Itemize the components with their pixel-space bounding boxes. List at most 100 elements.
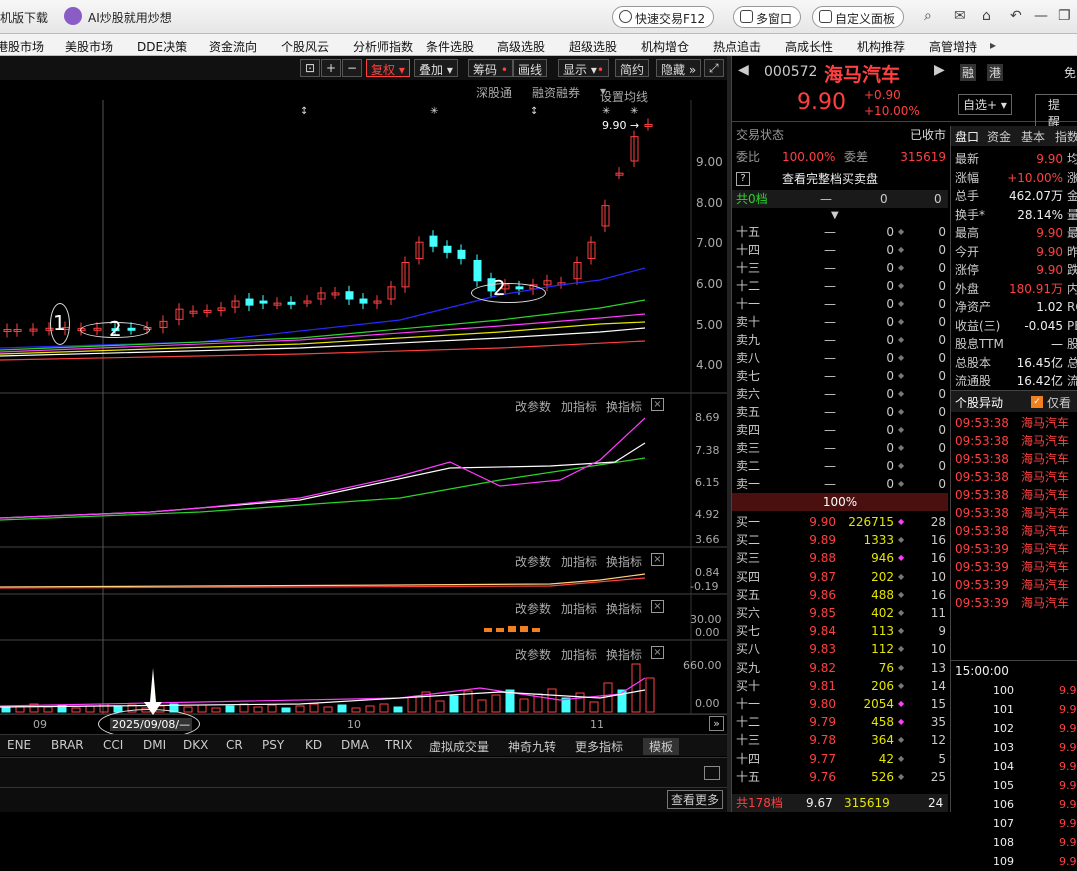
indicator-tab[interactable]: ENE [7, 738, 31, 752]
restore-icon[interactable]: ❐ [1058, 8, 1071, 24]
close-icon[interactable]: × [651, 600, 664, 613]
overlay-button[interactable]: 叠加 ▾ [414, 59, 458, 77]
indicator-tab[interactable]: DMI [143, 738, 166, 752]
movement-row[interactable]: 09:53:39 海马汽车 [955, 558, 1077, 576]
menu-item[interactable]: 高成长性 [785, 38, 833, 55]
buy-level-row[interactable]: 买五 9.86 488 ◆ 16 [736, 586, 948, 604]
edit-params-button[interactable]: 改参数 [515, 600, 551, 617]
movement-row[interactable]: 09:53:38 海马汽车 [955, 522, 1077, 540]
full-book-row[interactable]: ? 查看完整档买卖盘 [736, 170, 946, 188]
tab-pankou[interactable]: 盘口 [955, 128, 979, 145]
buy-level-row[interactable]: 买三 9.88 946 ◆ 16 [736, 549, 948, 567]
buy-level-row[interactable]: 买十 9.81 206 ◆ 14 [736, 677, 948, 695]
indicator-tab[interactable]: 神奇九转 [508, 738, 556, 755]
kline-chart-area[interactable]: ↕ ✳ ↕ ✳ ✳ [0, 100, 727, 734]
indicator-tab[interactable]: CCI [103, 738, 123, 752]
menu-item[interactable]: 港股市场 [0, 38, 44, 55]
tab-basic[interactable]: 基本 [1021, 128, 1045, 145]
ai-stock-link[interactable]: AI炒股就用炒想 [88, 9, 172, 26]
swap-indicator-button[interactable]: 换指标 [606, 398, 642, 415]
sell-level-row[interactable]: 卖六 — 0 ◆ 0 [736, 385, 948, 403]
swap-indicator-button[interactable]: 换指标 [606, 553, 642, 570]
menu-item[interactable]: 高级选股 [497, 38, 545, 55]
movement-row[interactable]: 09:53:38 海马汽车 [955, 504, 1077, 522]
movement-row[interactable]: 09:53:39 海马汽车 [955, 576, 1077, 594]
indicator-tab[interactable]: BRAR [51, 738, 84, 752]
menu-item[interactable]: DDE决策 [137, 38, 187, 55]
chips-button[interactable]: 筹码 • [468, 59, 513, 77]
home-icon[interactable]: ⌂ [982, 8, 991, 24]
buy-level-row[interactable]: 十二 9.79 458 ◆ 35 [736, 713, 948, 731]
tab-funds[interactable]: 资金 [987, 128, 1011, 145]
menu-item[interactable]: 机构增仓 [641, 38, 689, 55]
swap-indicator-button[interactable]: 换指标 [606, 600, 642, 617]
sell-level-row[interactable]: 十一 — 0 ◆ 0 [736, 295, 948, 313]
sell-level-row[interactable]: 十四 — 0 ◆ 0 [736, 241, 948, 259]
menu-item[interactable]: 机构推荐 [857, 38, 905, 55]
scroll-right-icon[interactable]: » [709, 716, 724, 731]
menu-item[interactable]: 资金流向 [209, 38, 257, 55]
buy-level-row[interactable]: 买四 9.87 202 ◆ 10 [736, 568, 948, 586]
hide-button[interactable]: 隐藏 » [656, 59, 702, 77]
add-indicator-button[interactable]: 加指标 [561, 553, 597, 570]
buy-level-row[interactable]: 买六 9.85 402 ◆ 11 [736, 604, 948, 622]
close-icon[interactable]: × [651, 398, 664, 411]
buy-level-row[interactable]: 买九 9.82 76 ◆ 13 [736, 659, 948, 677]
draw-line-button[interactable]: 画线 [513, 59, 548, 77]
hk-tag[interactable]: 港 [987, 64, 1004, 81]
sell-level-row[interactable]: 卖八 — 0 ◆ 0 [736, 349, 948, 367]
sell-level-row[interactable]: 卖十 — 0 ◆ 0 [736, 313, 948, 331]
add-indicator-button[interactable]: 加指标 [561, 646, 597, 663]
buy-level-row[interactable]: 十五 9.76 526 ◆ 25 [736, 768, 948, 786]
sell-level-row[interactable]: 十二 — 0 ◆ 0 [736, 277, 948, 295]
ma-settings-link[interactable]: 设置均线 ▾ [600, 84, 648, 104]
movement-row[interactable]: 09:53:39 海马汽车 [955, 594, 1077, 612]
edit-params-button[interactable]: 改参数 [515, 553, 551, 570]
buy-level-row[interactable]: 十一 9.80 2054 ◆ 15 [736, 695, 948, 713]
add-indicator-button[interactable]: 加指标 [561, 600, 597, 617]
only-label[interactable]: 仅看 [1047, 394, 1071, 411]
tab-index[interactable]: 指数 [1055, 128, 1077, 145]
sell-level-row[interactable]: 十三 — 0 ◆ 0 [736, 259, 948, 277]
command-area[interactable] [0, 757, 727, 787]
movement-row[interactable]: 09:53:38 海马汽车 [955, 450, 1077, 468]
buy-level-row[interactable]: 买七 9.84 113 ◆ 9 [736, 622, 948, 640]
edit-params-button[interactable]: 改参数 [515, 646, 551, 663]
movement-row[interactable]: 09:53:39 海马汽车 [955, 540, 1077, 558]
sell-level-row[interactable]: 卖三 — 0 ◆ 0 [736, 439, 948, 457]
indicator-tab[interactable]: TRIX [385, 738, 412, 752]
add-indicator-button[interactable]: 加指标 [561, 398, 597, 415]
indicator-tab[interactable]: CR [226, 738, 243, 752]
sell-level-row[interactable]: 卖五 — 0 ◆ 0 [736, 403, 948, 421]
menu-item[interactable]: 热点追击 [713, 38, 761, 55]
menu-item[interactable]: 超级选股 [569, 38, 617, 55]
swap-indicator-button[interactable]: 换指标 [606, 646, 642, 663]
shen-link[interactable]: 深股通 [476, 84, 512, 101]
sell-level-row[interactable]: 十五 — 0 ◆ 0 [736, 223, 948, 241]
mail-icon[interactable]: ✉ [954, 8, 966, 24]
menu-item[interactable]: 美股市场 [65, 38, 113, 55]
see-more-button[interactable]: 查看更多 [667, 790, 724, 809]
search-icon[interactable]: ⌕ [924, 8, 932, 24]
back-icon[interactable]: ↶ [1010, 8, 1022, 24]
show-button[interactable]: 显示 ▾• [558, 59, 609, 77]
minimize-icon[interactable]: — [1034, 8, 1048, 24]
menu-item[interactable]: 个股风云 [281, 38, 329, 55]
menu-item[interactable]: 条件选股 [426, 38, 474, 55]
buy-level-row[interactable]: 十三 9.78 364 ◆ 12 [736, 731, 948, 749]
fullscreen-icon[interactable]: ⤢ [704, 59, 724, 77]
sell-level-row[interactable]: 卖七 — 0 ◆ 0 [736, 367, 948, 385]
next-stock-icon[interactable]: ▶ [934, 62, 945, 78]
edit-params-button[interactable]: 改参数 [515, 398, 551, 415]
margin-tag[interactable]: 融 [960, 64, 977, 81]
quick-trade-button[interactable]: 快速交易F12 [612, 6, 715, 28]
sell-level-row[interactable]: 卖四 — 0 ◆ 0 [736, 421, 948, 439]
layout-icon[interactable]: ⊡ [300, 59, 321, 77]
sell-level-row[interactable]: 卖二 — 0 ◆ 0 [736, 457, 948, 475]
buy-level-row[interactable]: 买八 9.83 112 ◆ 10 [736, 640, 948, 658]
indicator-tab[interactable]: 更多指标 [575, 738, 623, 755]
add-watchlist-button[interactable]: 自选+ ▾ [958, 94, 1012, 115]
buy-level-row[interactable]: 买二 9.89 1333 ◆ 16 [736, 531, 948, 549]
menu-more-icon[interactable]: ▸ [990, 38, 996, 52]
movement-row[interactable]: 09:53:38 海马汽车 [955, 414, 1077, 432]
